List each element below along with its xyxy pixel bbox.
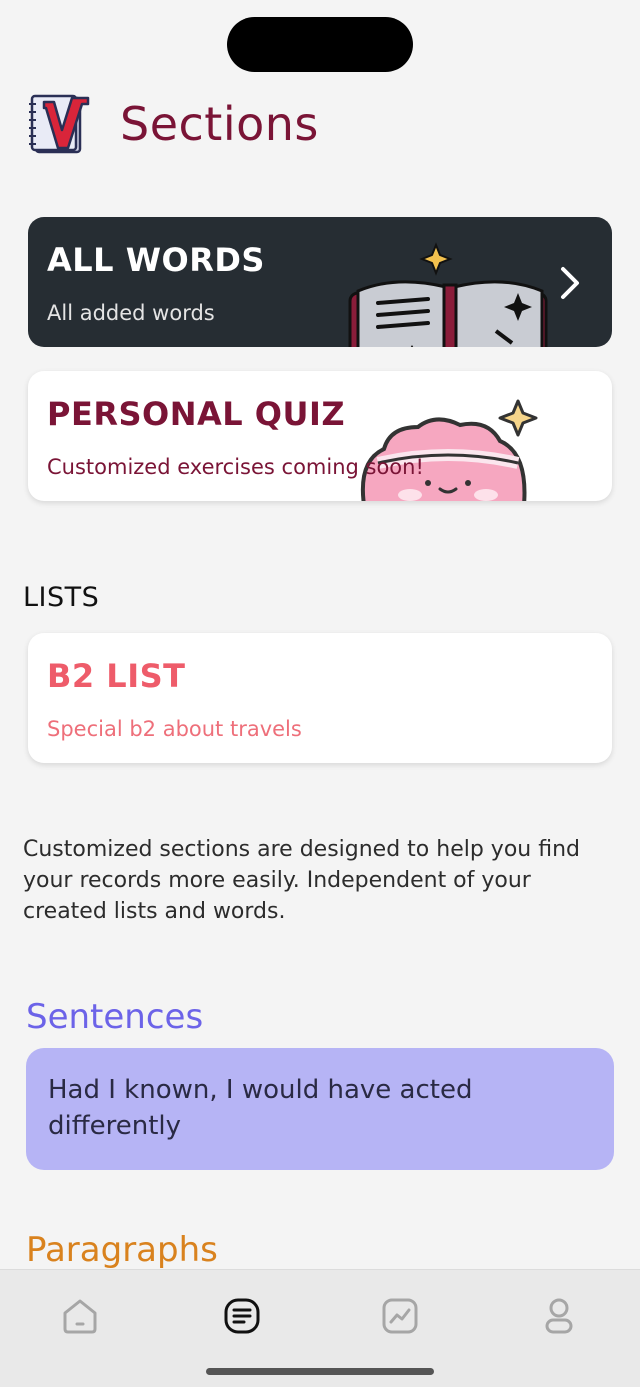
chevron-right-icon: [561, 267, 579, 299]
open-book-illustration: [348, 242, 548, 347]
all-words-card[interactable]: ALL WORDS All added words: [28, 217, 612, 347]
page-header: Sections: [28, 92, 319, 156]
all-words-subtitle: All added words: [47, 301, 215, 325]
personal-quiz-title: PERSONAL QUIZ: [47, 395, 346, 433]
stats-icon[interactable]: [380, 1296, 420, 1336]
profile-icon[interactable]: [539, 1296, 579, 1336]
page-title: Sections: [120, 97, 319, 151]
tab-bar: [0, 1269, 640, 1387]
personal-quiz-subtitle: Customized exercises coming soon!: [47, 455, 424, 479]
vocabulary-notebook-logo: [29, 94, 90, 154]
home-indicator: [206, 1368, 434, 1375]
sentence-card[interactable]: Had I known, I would have acted differen…: [26, 1048, 614, 1170]
brain-illustration: [360, 399, 538, 501]
personal-quiz-card[interactable]: PERSONAL QUIZ Customized exercises comin…: [28, 371, 612, 501]
sections-icon[interactable]: [222, 1296, 262, 1336]
sentence-text: Had I known, I would have acted differen…: [48, 1075, 473, 1141]
dynamic-island: [227, 17, 413, 72]
home-icon[interactable]: [60, 1296, 100, 1336]
lists-section-label: LISTS: [23, 582, 100, 613]
b2-list-subtitle: Special b2 about travels: [47, 717, 302, 741]
sentences-heading: Sentences: [26, 997, 204, 1037]
b2-list-card[interactable]: B2 LIST Special b2 about travels: [28, 633, 612, 763]
b2-list-title: B2 LIST: [47, 657, 186, 695]
all-words-title: ALL WORDS: [47, 241, 265, 279]
paragraphs-heading: Paragraphs: [26, 1230, 218, 1270]
sections-info-text: Customized sections are designed to help…: [23, 837, 580, 924]
